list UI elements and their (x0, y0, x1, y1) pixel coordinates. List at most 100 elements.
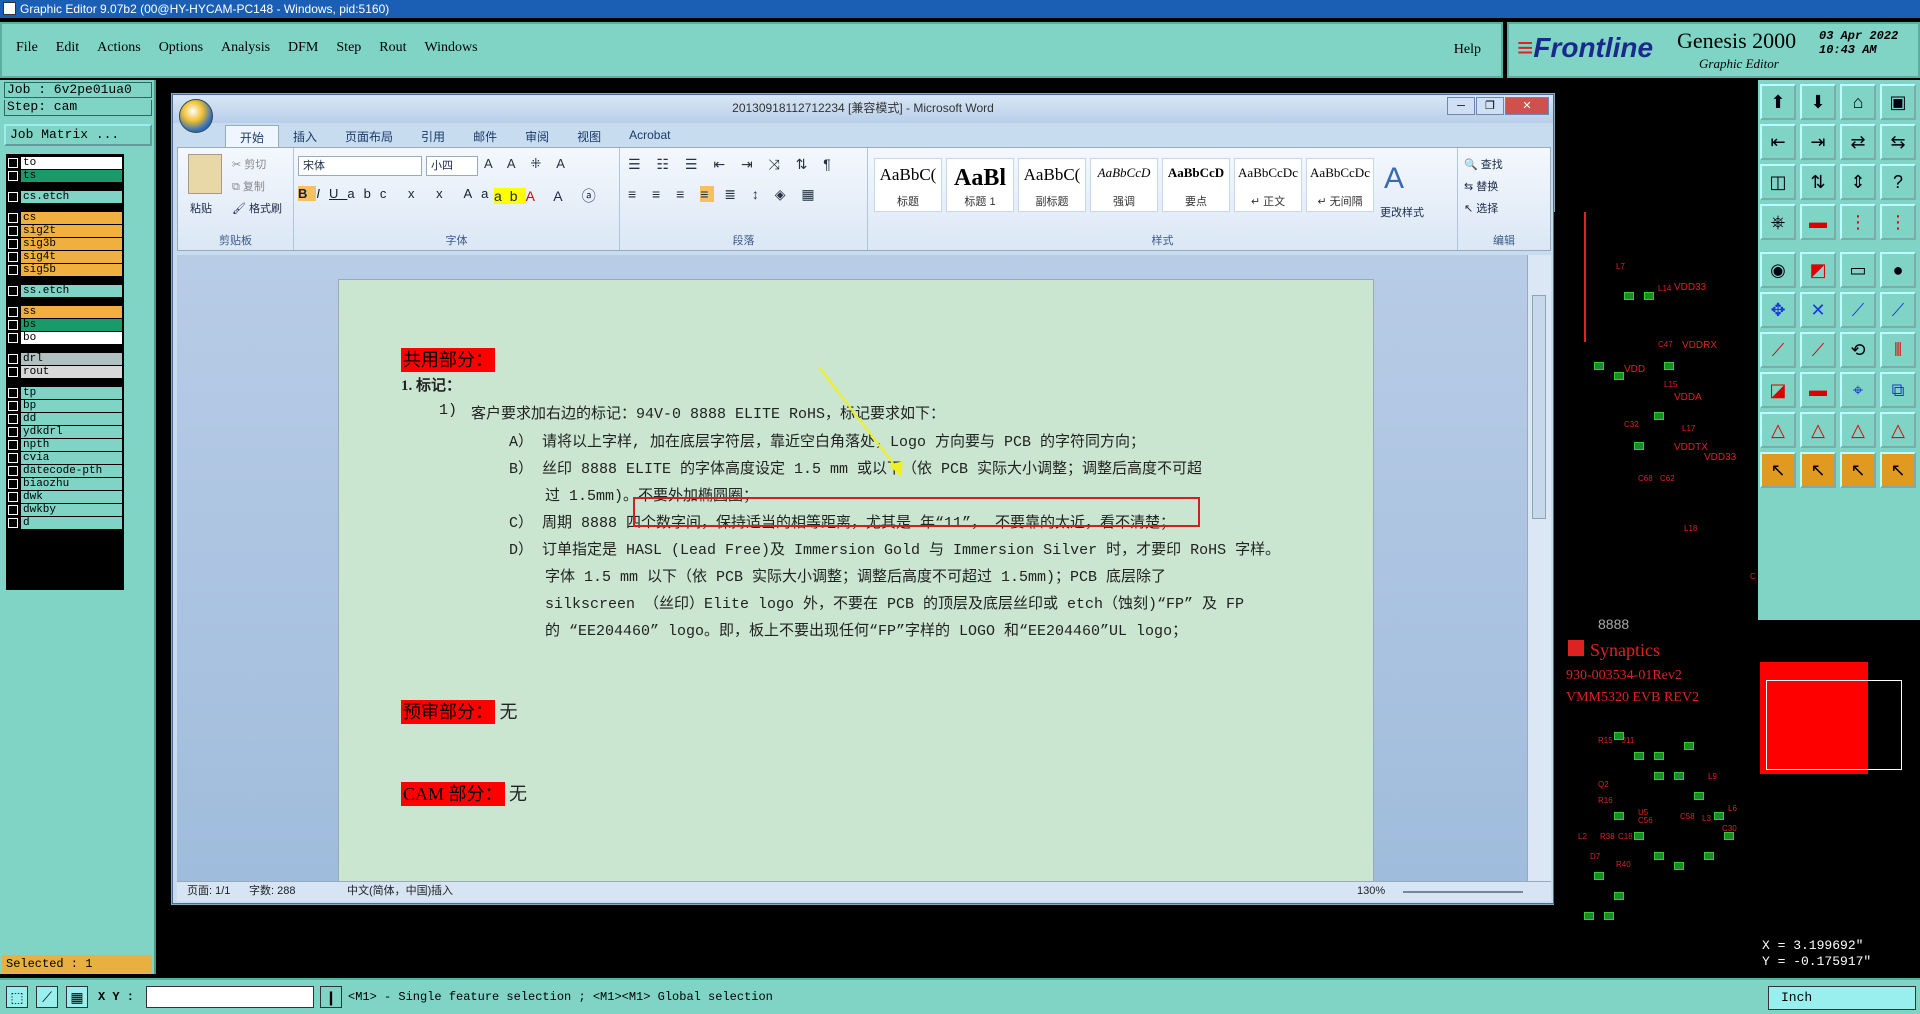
tab-view[interactable]: 视图 (563, 125, 615, 147)
font-size-buttons[interactable]: A A ⁜ A (484, 156, 571, 172)
layer-row[interactable]: sig5b (8, 263, 122, 276)
list-buttons[interactable]: ☰ ☷ ☰ ⇤ ⇥ ⤨ ⇅ ¶ (628, 156, 837, 173)
select-tool-icon[interactable]: ⬚ (6, 986, 28, 1008)
layer-checkbox[interactable] (8, 400, 18, 411)
layer-row[interactable]: drl (8, 352, 122, 365)
close-button[interactable]: ✕ (1505, 97, 1549, 115)
font-name-select[interactable]: 宋体 (298, 156, 422, 176)
font-color-buttons[interactable]: abA A ⓐ (494, 186, 604, 206)
diag2-icon[interactable]: ⟋ (1880, 292, 1916, 328)
help-icon[interactable]: ? (1880, 164, 1916, 200)
layer-name[interactable]: ydkdrl (21, 425, 122, 438)
layer-name[interactable]: npth (21, 438, 122, 451)
layer-name[interactable]: drl (21, 352, 122, 365)
column-icon[interactable]: ⋮ (1840, 204, 1876, 240)
tab-insert[interactable]: 插入 (279, 125, 331, 147)
replace-button[interactable]: ⇆ 替换 (1464, 178, 1498, 194)
layer-checkbox[interactable] (8, 413, 18, 424)
menu-dfm[interactable]: DFM (288, 40, 318, 56)
status-zoom[interactable]: 130% (1357, 882, 1385, 901)
layer-row[interactable]: sig3b (8, 237, 122, 250)
style-strong[interactable]: AaBbCcD 要点 (1162, 158, 1230, 212)
status-language[interactable]: 中文(简体，中国) (347, 882, 431, 901)
layer-name[interactable]: datecode-pth (21, 464, 122, 477)
zoom-slider[interactable] (1403, 891, 1523, 893)
layer-name[interactable]: tp (21, 386, 122, 399)
scroll-thumb[interactable] (1532, 295, 1546, 519)
move-down-icon[interactable]: ⬇ (1800, 84, 1836, 120)
layer-checkbox[interactable] (8, 517, 18, 528)
menu-edit[interactable]: Edit (56, 40, 79, 56)
tab-review[interactable]: 审阅 (511, 125, 563, 147)
node-icon[interactable]: ✥ (1760, 292, 1796, 328)
split-icon[interactable]: ⫴ (1880, 332, 1916, 368)
format-painter-button[interactable]: 🖌 格式刷 (232, 200, 282, 216)
layer-checkbox[interactable] (8, 264, 18, 275)
layer-row[interactable]: cs (8, 211, 122, 224)
style-normal[interactable]: AaBbCcDc ↵ 正文 (1234, 158, 1302, 212)
swap-icon[interactable]: ⇄ (1840, 124, 1876, 160)
unit-select[interactable]: Inch (1768, 986, 1916, 1010)
bar-icon[interactable]: ▬ (1800, 372, 1836, 408)
layer-row[interactable]: bo (8, 331, 122, 344)
layer-checkbox[interactable] (8, 366, 18, 377)
cut-button[interactable]: ✂ 剪切 (232, 156, 266, 172)
layer-name[interactable]: cs.etch (21, 190, 122, 203)
layer-checkbox[interactable] (8, 491, 18, 502)
box-a-icon[interactable]: ◪ (1760, 372, 1796, 408)
line-icon[interactable]: ▬ (1800, 204, 1836, 240)
menu-options[interactable]: Options (159, 40, 203, 56)
job-matrix-button[interactable]: Job Matrix ... (4, 124, 152, 146)
layer-name[interactable]: ts (21, 169, 122, 182)
paste-button[interactable]: 粘贴 (190, 200, 212, 216)
info-icon[interactable]: ❙ (320, 986, 342, 1008)
layer-row[interactable]: dwkby (8, 503, 122, 516)
layer-name[interactable]: bo (21, 331, 122, 344)
minimap-viewport[interactable] (1766, 680, 1902, 770)
layer-checkbox[interactable] (8, 504, 18, 515)
style-no-spacing[interactable]: AaBbCcDc ↵ 无间隔 (1306, 158, 1374, 212)
layer-row[interactable]: ss.etch (8, 284, 122, 297)
layer-row[interactable]: sig2t (8, 224, 122, 237)
layer-name[interactable]: ss (21, 305, 122, 318)
grid-tool-icon[interactable]: ▦ (66, 986, 88, 1008)
layer-checkbox[interactable] (8, 387, 18, 398)
style-subtitle[interactable]: AaBbC(副标题 (1018, 158, 1086, 212)
layer-checkbox[interactable] (8, 251, 18, 262)
layer-name[interactable]: sig4t (21, 250, 122, 263)
layer-name[interactable]: bs (21, 318, 122, 331)
layer-checkbox[interactable] (8, 439, 18, 450)
shift-right-icon[interactable]: ⇥ (1800, 124, 1836, 160)
triangle-d-icon[interactable]: △ (1880, 412, 1916, 448)
layer-row[interactable]: bp (8, 399, 122, 412)
layer-row[interactable]: dd (8, 412, 122, 425)
layer-name[interactable]: dwk (21, 490, 122, 503)
layer-checkbox[interactable] (8, 452, 18, 463)
layer-checkbox[interactable] (8, 478, 18, 489)
layer-checkbox[interactable] (8, 157, 18, 168)
menu-windows[interactable]: Windows (425, 40, 478, 56)
layer-name[interactable]: cs (21, 211, 122, 224)
triangle-b-icon[interactable]: △ (1800, 412, 1836, 448)
layer-checkbox[interactable] (8, 238, 18, 249)
layer-name[interactable]: ss.etch (21, 284, 122, 297)
line-b-icon[interactable]: ⟋ (1800, 332, 1836, 368)
font-format-buttons[interactable]: BIUabc x x Aa (298, 186, 497, 201)
find-button[interactable]: 🔍 查找 (1464, 156, 1503, 172)
target-icon[interactable]: ⌖ (1840, 372, 1876, 408)
cross-icon[interactable]: ✕ (1800, 292, 1836, 328)
status-words[interactable]: 字数: 288 (249, 882, 295, 901)
layer-checkbox[interactable] (8, 426, 18, 437)
layer-checkbox[interactable] (8, 319, 18, 330)
layer-checkbox[interactable] (8, 191, 18, 202)
layer-row[interactable]: d (8, 516, 122, 529)
copy-button[interactable]: ⧉ 复制 (232, 178, 265, 194)
menu-rout[interactable]: Rout (379, 40, 406, 56)
pointer-c-icon[interactable]: ↖ (1840, 452, 1876, 488)
layer-row[interactable]: bs (8, 318, 122, 331)
layer-name[interactable]: to (21, 156, 122, 169)
layer-checkbox[interactable] (8, 332, 18, 343)
style-heading1[interactable]: AaBl 标题 1 (946, 158, 1014, 212)
menu-actions[interactable]: Actions (97, 40, 141, 56)
tab-home[interactable]: 开始 (225, 125, 280, 147)
